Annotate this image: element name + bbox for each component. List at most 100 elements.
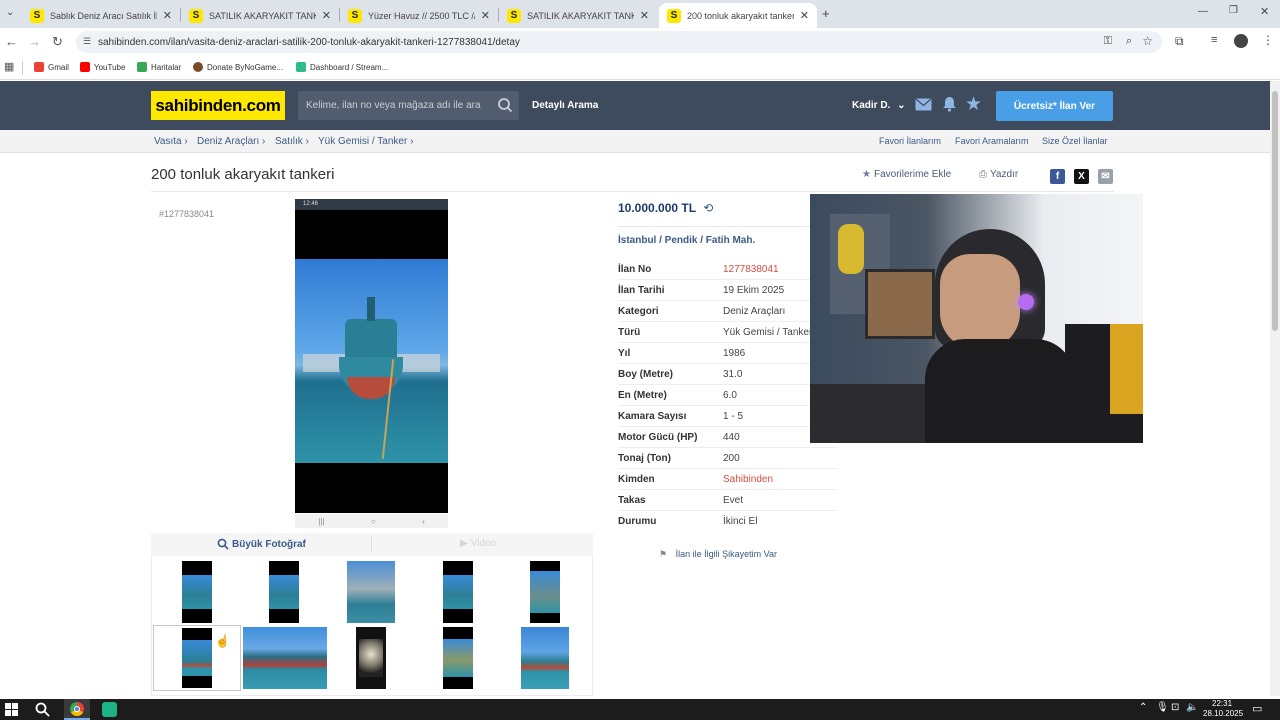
info-key: Yıl xyxy=(618,348,631,359)
close-window-icon[interactable]: ✕ xyxy=(1260,5,1269,18)
info-value: Sahibinden xyxy=(723,474,774,485)
address-bar-row: ← → ↻ ☰ sahibinden.com/ilan/vasita-deniz… xyxy=(0,28,1280,56)
media-control-icon[interactable]: ≡ xyxy=(1211,34,1217,46)
messages-icon[interactable] xyxy=(915,98,932,111)
minimize-icon[interactable]: — xyxy=(1198,6,1208,17)
notification-bell-icon[interactable] xyxy=(942,96,957,112)
photo-thumbnail[interactable] xyxy=(347,561,395,623)
clock-date[interactable]: 28.10.2025 xyxy=(1203,709,1243,718)
scrollbar-thumb[interactable] xyxy=(1272,91,1278,331)
close-tab-icon[interactable]: ✕ xyxy=(800,9,809,22)
location[interactable]: İstanbul / Pendik / Fatih Mah. xyxy=(618,235,755,246)
new-tab-icon[interactable]: + xyxy=(822,6,830,21)
photo-thumbnail[interactable] xyxy=(356,627,386,689)
printer-icon: ⎙ xyxy=(979,169,987,180)
tab-4[interactable]: S SATILIK AKARYAKIT TANKERİ - 1 ✕ xyxy=(499,3,657,28)
price-history-icon[interactable]: ⟲ xyxy=(703,201,713,215)
phone-nav-bar: ||| ○ ‹ xyxy=(295,514,448,528)
tab-title: SATILIK AKARYAKIT TANKERİ - 1 xyxy=(527,10,634,21)
photo-thumbnail[interactable] xyxy=(182,561,212,623)
close-tab-icon[interactable]: ✕ xyxy=(163,9,172,22)
clock-time[interactable]: 22:31 xyxy=(1212,699,1232,708)
apps-grid-icon[interactable]: ▦ xyxy=(4,60,14,73)
facebook-share-icon[interactable]: f xyxy=(1050,169,1065,184)
close-tab-icon[interactable]: ✕ xyxy=(481,9,490,22)
close-tab-icon[interactable]: ✕ xyxy=(322,9,331,22)
windows-start-icon[interactable] xyxy=(5,703,18,716)
info-row: Türü Yük Gemisi / Tanker xyxy=(618,322,838,343)
reload-icon[interactable]: ↻ xyxy=(52,34,63,50)
tray-overflow-icon[interactable]: ⌃ xyxy=(1139,702,1147,713)
youtube-icon xyxy=(80,62,90,72)
restore-icon[interactable]: ❐ xyxy=(1229,5,1238,16)
tab-3[interactable]: S Yüzer Havuz // 2500 TLC //Sen ✕ xyxy=(340,3,498,28)
tab-1[interactable]: S Sablık Deniz Aracı Satılık İlanları ✕ xyxy=(22,3,180,28)
profile-avatar[interactable] xyxy=(1234,34,1248,48)
photo-thumbnail[interactable] xyxy=(521,627,569,689)
detailed-search-link[interactable]: Detaylı Arama xyxy=(532,100,598,111)
favorites-star-icon[interactable]: ★ xyxy=(965,93,982,116)
tab-2[interactable]: S SATILIK AKARYAKIT TANKERİ - 1 ✕ xyxy=(181,3,339,28)
bookmark-gmail[interactable]: Gmail xyxy=(34,62,69,72)
password-key-icon[interactable]: ⚿ xyxy=(1104,35,1112,48)
info-row: Kimden Sahibinden xyxy=(618,469,838,490)
extensions-icon[interactable]: ⧉ xyxy=(1175,34,1184,49)
photo-thumbnail[interactable] xyxy=(443,627,473,689)
favorite-searches-link[interactable]: Favori Aramalarım xyxy=(955,136,1029,146)
notifications-icon[interactable]: ▭ xyxy=(1252,702,1262,715)
photo-thumbnail[interactable] xyxy=(243,627,327,689)
url-input[interactable]: ☰ sahibinden.com/ilan/vasita-deniz-aracl… xyxy=(76,31,1162,53)
info-value: 200 xyxy=(723,453,740,464)
site-header: sahibinden.com Kelime, ilan no veya mağa… xyxy=(0,81,1270,130)
bookmark-donate[interactable]: Donate ByNoGame... xyxy=(193,62,283,72)
page-scrollbar[interactable] xyxy=(1270,81,1280,696)
main-photo[interactable]: 12:46 xyxy=(295,199,448,513)
tab-5-active[interactable]: S 200 tonluk akaryakıt tankeri - 1 ✕ xyxy=(659,3,817,28)
search-placeholder: Kelime, ilan no veya mağaza adı ile ara xyxy=(306,100,481,111)
bookmark-dashboard[interactable]: Dashboard / Stream... xyxy=(296,62,388,72)
photo-thumbnail[interactable] xyxy=(269,561,299,623)
photo-thumbnail[interactable] xyxy=(443,561,473,623)
forward-icon[interactable]: → xyxy=(28,34,41,49)
photo-thumbnail[interactable] xyxy=(530,561,560,623)
breadcrumb-item[interactable]: Vasıta › xyxy=(154,136,188,147)
bookmark-star-icon[interactable]: ☆ xyxy=(1142,34,1153,48)
search-icon[interactable] xyxy=(497,97,513,113)
info-value: Deniz Araçları xyxy=(723,306,786,317)
chrome-taskbar-icon[interactable] xyxy=(64,699,90,720)
gmail-icon xyxy=(34,62,44,72)
site-logo[interactable]: sahibinden.com xyxy=(151,91,285,120)
info-row: En (Metre) 6.0 xyxy=(618,385,838,406)
print-link[interactable]: ⎙ Yazdır xyxy=(979,169,1018,180)
browser-menu-icon[interactable]: ⋮ xyxy=(1262,33,1274,47)
close-tab-icon[interactable]: ✕ xyxy=(640,9,649,22)
add-favorite-link[interactable]: ★ Favorilerime Ekle xyxy=(862,169,951,180)
donate-icon xyxy=(193,62,203,72)
recents-icon: ||| xyxy=(318,516,325,526)
x-share-icon[interactable]: X xyxy=(1074,169,1089,184)
taskbar-search-icon[interactable] xyxy=(35,702,50,717)
breadcrumb-item[interactable]: Deniz Araçları › xyxy=(197,136,265,147)
network-icon[interactable]: ⊡ xyxy=(1171,702,1179,713)
report-listing-link[interactable]: ⚑ İlan ile İlgili Şikayetim Var xyxy=(659,549,777,560)
search-input[interactable]: Kelime, ilan no veya mağaza adı ile ara xyxy=(298,91,519,120)
bookmark-maps[interactable]: Haritalar xyxy=(137,62,181,72)
site-info-icon[interactable]: ☰ xyxy=(83,36,91,47)
breadcrumb-item[interactable]: Yük Gemisi / Tanker › xyxy=(318,136,413,147)
bookmark-youtube[interactable]: YouTube xyxy=(80,62,125,72)
volume-icon[interactable]: 🔈 xyxy=(1186,702,1198,713)
back-icon[interactable]: ← xyxy=(5,34,18,49)
user-menu[interactable]: Kadir D. ⌄ xyxy=(852,100,906,111)
personal-listings-link[interactable]: Size Özel İlanlar xyxy=(1042,136,1108,146)
microphone-icon[interactable]: 🎙 xyxy=(1156,702,1169,713)
post-ad-button[interactable]: Ücretsiz* İlan Ver xyxy=(996,91,1113,121)
zoom-icon[interactable]: ⌕ xyxy=(1126,35,1132,48)
email-share-icon[interactable]: ✉ xyxy=(1098,169,1113,184)
favorite-listings-link[interactable]: Favori İlanlarım xyxy=(879,136,941,146)
tab-list-icon[interactable]: ⌄ xyxy=(6,7,14,18)
taskbar: ⌃ 🎙 ⊡ 🔈 22:31 28.10.2025 ▭ xyxy=(0,699,1280,720)
app-taskbar-icon[interactable] xyxy=(102,702,117,717)
breadcrumb-item[interactable]: Satılık › xyxy=(275,136,309,147)
info-row: Kamara Sayısı 1 - 5 xyxy=(618,406,838,427)
big-photo-tab[interactable]: Büyük Fotoğraf xyxy=(217,538,306,550)
